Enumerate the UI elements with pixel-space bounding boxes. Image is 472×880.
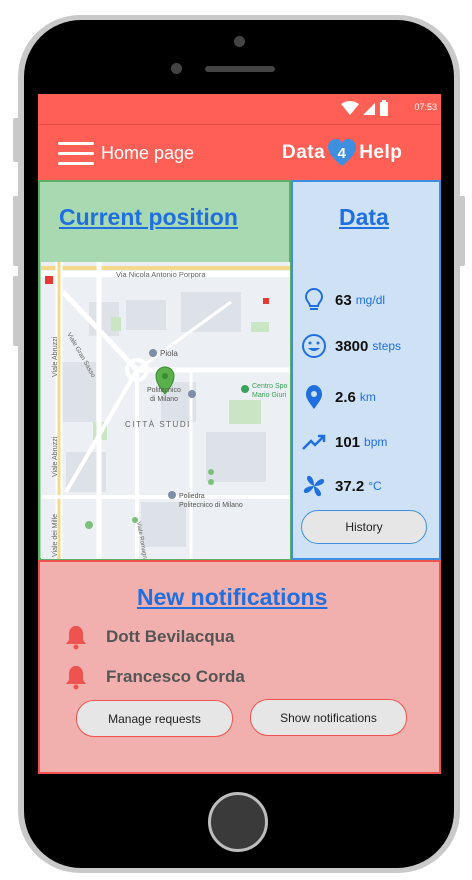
metric-temperature: 37.2 °C <box>301 471 441 501</box>
proximity-sensor <box>171 63 182 74</box>
fan-icon <box>303 475 325 497</box>
map-label-polimi-2: di Milano <box>150 396 178 403</box>
manage-requests-button[interactable]: Manage requests <box>76 700 233 737</box>
notification-sender: Francesco Corda <box>106 667 245 686</box>
metric-value: 3800 <box>335 337 369 355</box>
bell-icon <box>66 626 86 650</box>
wifi-icon <box>341 101 359 115</box>
data-heading[interactable]: Data <box>339 204 389 231</box>
lightbulb-icon <box>304 287 324 310</box>
side-button-left-3 <box>13 276 19 346</box>
hamburger-menu-icon[interactable] <box>58 142 94 166</box>
notification-sender: Dott Bevilacqua <box>106 627 235 646</box>
poi-centro-icon <box>241 385 249 393</box>
map-label-abruzzi-lower: Viale Abruzzi <box>52 436 59 477</box>
side-button-left-2 <box>13 196 19 266</box>
metric-value: 2.6 <box>335 388 356 406</box>
bell-icon <box>66 666 86 690</box>
current-position-panel: Current position Via Nicola Antonio Porp… <box>38 180 291 560</box>
notifications-panel: New notifications Dott Bevilacqua France… <box>38 560 441 774</box>
status-icons <box>341 100 388 116</box>
earpiece-speaker <box>205 66 275 72</box>
notification-item[interactable]: Dott Bevilacqua <box>64 624 234 650</box>
data-panel: Data 63 mg/dl 3800 steps 2.6 km 101 bpm … <box>291 180 441 560</box>
app-screen: 07:53 Home page Data 4 Help Current posi… <box>38 94 441 774</box>
notification-item[interactable]: Francesco Corda <box>64 664 245 690</box>
metric-value: 101 <box>335 433 361 451</box>
map-view[interactable]: Via Nicola Antonio Porpora Viale Gran Sa… <box>41 262 290 559</box>
metric-unit: steps <box>372 339 402 353</box>
poi-piola-icon <box>149 349 157 357</box>
new-notifications-heading[interactable]: New notifications <box>137 584 327 611</box>
map-label-piola: Piola <box>160 349 178 358</box>
page-title: Home page <box>101 143 195 163</box>
status-time: 07:53 <box>414 102 437 112</box>
app-bar: Home page Data 4 Help <box>38 124 441 181</box>
location-pin-icon <box>306 385 322 409</box>
home-button[interactable] <box>208 792 268 852</box>
metric-heart-rate: 101 bpm <box>301 427 441 457</box>
side-button-right <box>459 196 465 266</box>
poi-poliedra-icon <box>168 491 176 499</box>
history-button[interactable]: History <box>301 510 427 544</box>
metric-unit: °C <box>368 479 382 493</box>
map-label-dei-mille: Viale dei Mille <box>52 514 59 557</box>
battery-icon <box>380 102 388 116</box>
status-bar: 07:53 <box>38 94 441 124</box>
current-position-heading[interactable]: Current position <box>59 204 238 231</box>
trending-up-icon <box>302 434 326 450</box>
metric-value: 37.2 <box>335 477 365 495</box>
poi-polimi-icon <box>188 390 196 398</box>
metric-unit: km <box>359 390 376 404</box>
app-logo: Data 4 Help <box>282 135 402 171</box>
logo-number: 4 <box>338 145 347 162</box>
heart-icon: 4 <box>327 138 357 168</box>
map-label-district: CITTÀ STUDI <box>125 420 191 429</box>
map-label-poliedra-1: Poliedra <box>179 493 205 500</box>
map-label-street-top: Via Nicola Antonio Porpora <box>116 270 206 279</box>
metric-glucose: 63 mg/dl <box>301 285 441 315</box>
side-button-left-1 <box>13 118 19 162</box>
front-camera <box>234 36 245 47</box>
metric-unit: mg/dl <box>355 293 386 307</box>
map-label-centro-1: Centro Spo <box>252 383 288 390</box>
map-label-polimi-1: Politecnico <box>147 387 181 394</box>
show-notifications-button[interactable]: Show notifications <box>250 699 407 736</box>
metric-unit: bpm <box>364 435 388 449</box>
logo-text-left: Data <box>282 142 326 163</box>
map-label-centro-2: Mario Giuri <box>252 392 287 399</box>
map-label-poliedra-2: Politecnico di Milano <box>179 502 243 509</box>
smiley-icon <box>302 334 326 358</box>
metric-distance: 2.6 km <box>301 382 441 412</box>
map-label-abruzzi: Viale Abruzzi <box>52 336 59 377</box>
logo-text-right: Help <box>359 142 403 163</box>
metric-steps: 3800 steps <box>301 331 441 361</box>
signal-icon <box>363 103 375 115</box>
metric-value: 63 <box>335 291 352 309</box>
